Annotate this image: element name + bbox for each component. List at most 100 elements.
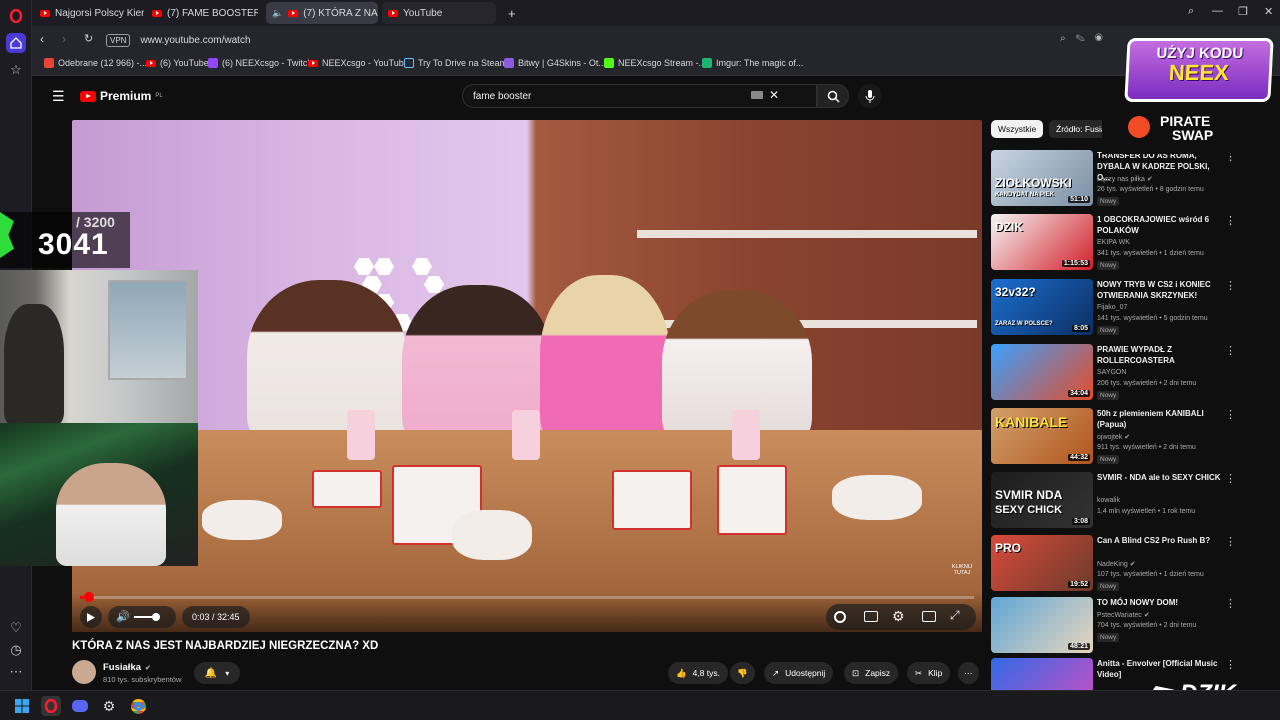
subtitles-icon[interactable] [864,611,878,622]
video-thumbnail[interactable]: SVMIR NDA SEXY CHICK 3:08 [991,472,1093,528]
recommendation-item[interactable]: PRO 19:52 Can A Blind CS2 Pro Rush B? NadeK… [991,535,1253,595]
new-tab-button[interactable]: + [502,2,520,24]
reload-button[interactable]: ↻ [84,32,93,45]
more-options-icon[interactable]: ⋮ [1225,214,1236,227]
bookmark-gmail[interactable]: Odebrane (12 966) -... [44,58,147,68]
channel-avatar[interactable] [72,660,96,684]
theater-mode-icon[interactable] [922,611,936,622]
search-button[interactable] [817,84,849,108]
back-button[interactable]: ‹ [40,32,44,46]
recommendation-channel[interactable]: Fijako_07 [1097,304,1127,311]
opera-logo-icon[interactable] [6,6,26,26]
recommendation-channel[interactable]: ojwojtek ✔ [1097,433,1130,441]
url-field[interactable]: VPN www.youtube.com/watch [104,30,1134,50]
video-player[interactable]: KLIKNIJ TUTAJ 🔊 0:03 / 32:45 ⚙ ⤢ [72,120,982,632]
progress-scrubber[interactable] [84,592,94,602]
recommendation-title[interactable]: SVMIR - NDA ale to SEXY CHICK [1097,472,1223,483]
recommendation-title[interactable]: 1 OBCOKRAJOWIEC wśród 6 POLAKÓW [1097,214,1223,236]
heart-icon[interactable]: ♡ [6,618,26,638]
bookmark-youtube[interactable]: (6) YouTube [146,58,209,68]
tab-youtube[interactable]: YouTube [382,2,496,24]
search-tabs-icon[interactable]: ⌕ [1188,5,1194,18]
save-button[interactable]: ⊡ Zapisz [844,662,899,684]
recommendation-item[interactable]: DZIK 1:15:53 1 OBCOKRAJOWIEC wśród 6 POLAK… [991,214,1253,274]
more-options-icon[interactable]: ⋮ [1225,472,1236,485]
vpn-badge[interactable]: VPN [106,33,131,47]
minimize-button[interactable]: — [1212,5,1223,17]
recommendation-title[interactable]: Can A Blind CS2 Pro Rush B? [1097,535,1223,546]
recommendation-title[interactable]: PRAWIE WYPADŁ Z ROLLERCOASTERA [1097,344,1223,366]
recommendation-channel[interactable]: Łączy nas piłka ✔ [1097,175,1153,183]
video-thumbnail[interactable]: DZIK 1:15:53 [991,214,1093,270]
click-here-watermark[interactable]: KLIKNIJ TUTAJ [948,564,976,576]
recommendation-title[interactable]: TO MÓJ NOWY DOM! [1097,597,1223,608]
bookmark-neex-youtube[interactable]: NEEXcsgo - YouTube [308,58,409,68]
tab-ktora-z-nas[interactable]: 🔈(7) KTÓRA Z NAS JEST [266,2,378,24]
close-window-button[interactable]: ✕ [1264,5,1273,18]
clear-search-icon[interactable]: ✕ [769,88,779,102]
more-icon[interactable]: ⋯ [6,662,26,682]
bookmark-neex-stream[interactable]: NEEXcsgo Stream -... [604,58,706,68]
address-tool-icons[interactable]: ⌕✎◉ [1060,33,1113,44]
video-thumbnail[interactable]: 32v32? ZARAZ W POLSCE? 8:05 [991,279,1093,335]
video-thumbnail[interactable]: ZIOŁKOWSKI KANDYDAT NA PIEK 51:10 [991,150,1093,206]
recommendation-item[interactable]: 34:04 PRAWIE WYPADŁ Z ROLLERCOASTERA SAYGO… [991,344,1253,404]
recommendation-channel[interactable]: SAYGON [1097,369,1126,376]
bookmark-twitch[interactable]: (6) NEEXcsgo - Twitch [208,58,312,68]
clip-button[interactable]: ✂ Klip [907,662,951,684]
steam-taskbar-icon[interactable]: ⚙ [99,696,119,716]
more-options-icon[interactable]: ⋮ [1225,344,1236,357]
bookmark-steam[interactable]: Try To Drive na Steam [404,58,507,68]
recommendation-channel[interactable]: NadeKing ✔ [1097,560,1136,568]
forward-button[interactable]: › [62,32,66,46]
video-thumbnail[interactable]: 48:21 [991,597,1093,653]
volume-control[interactable]: 🔊 [108,606,176,628]
bookmark-imgur[interactable]: Imgur: The magic of... [702,58,803,68]
video-thumbnail[interactable]: PRO 19:52 [991,535,1093,591]
recommendation-channel[interactable]: PstecWariatec ✔ [1097,611,1150,619]
tab-najgorsi[interactable]: Najgorsi Polscy Kierowcy [34,2,144,24]
hamburger-menu-icon[interactable]: ☰ [52,88,65,105]
recommendation-title[interactable]: NOWY TRYB W CS2 i KONIEC OTWIERANIA SKRZ… [1097,279,1223,301]
volume-icon[interactable]: 🔊 [116,610,130,623]
recommendation-item[interactable]: SVMIR NDA SEXY CHICK 3:08 SVMIR - NDA ale t… [991,472,1253,532]
youtube-premium-logo[interactable]: Premium PL [80,89,163,103]
progress-bar[interactable] [80,592,974,602]
history-icon[interactable]: ◷ [6,640,26,660]
recommendation-channel[interactable]: EKIPA WK [1097,239,1130,246]
play-button[interactable] [80,606,102,628]
home-icon[interactable] [6,33,26,53]
discord-taskbar-icon[interactable] [70,696,90,716]
recommendation-item[interactable]: ZIOŁKOWSKI KANDYDAT NA PIEK 51:10 TRANSFER … [991,150,1253,210]
search-input[interactable]: fame booster ✕ [462,84,817,108]
more-options-icon[interactable]: ⋮ [1225,408,1236,421]
tab-fame-booster[interactable]: (7) FAME BOOSTER 2: Cas [146,2,258,24]
star-icon[interactable]: ☆ [6,60,26,80]
chip-wszystkie[interactable]: Wszystkie [991,120,1044,138]
chrome-taskbar-icon[interactable] [128,696,148,716]
keyboard-icon[interactable] [751,91,763,99]
recommendation-title[interactable]: 50h z plemieniem KANIBALI (Papua) [1097,408,1223,430]
share-button[interactable]: ↗ Udostępnij [764,662,834,684]
notification-bell-button[interactable]: 🔔 ▾ [194,662,240,684]
more-options-icon[interactable]: ⋮ [1225,597,1236,610]
recommendation-item[interactable]: 32v32? ZARAZ W POLSCE? 8:05 NOWY TRYB W CS2… [991,279,1253,339]
fullscreen-icon[interactable]: ⤢ [950,608,960,623]
windows-start-icon[interactable] [12,696,32,716]
video-thumbnail[interactable]: KANIBALE 44:32 [991,408,1093,464]
more-options-icon[interactable]: ⋮ [1225,535,1236,548]
recommendation-channel[interactable]: kowalik [1097,497,1120,504]
dislike-button[interactable]: 👎 [730,662,755,684]
autoplay-toggle-icon[interactable] [834,611,846,623]
like-button[interactable]: 👍 4,8 tys. [668,662,728,684]
more-options-icon[interactable]: ⋮ [1225,279,1236,292]
recommendation-item[interactable]: 48:21 TO MÓJ NOWY DOM! PstecWariatec ✔ 704 … [991,597,1253,657]
restore-button[interactable]: ❐ [1238,5,1248,18]
settings-gear-icon[interactable]: ⚙ [892,608,905,625]
volume-knob[interactable] [152,613,160,621]
voice-search-button[interactable] [858,84,882,108]
video-thumbnail[interactable]: 34:04 [991,344,1093,400]
channel-name[interactable]: Fusiałka ✔ [103,662,151,673]
opera-taskbar-icon[interactable] [41,696,61,716]
bookmark-g4skins[interactable]: Bitwy | G4Skins - Ot... [504,58,606,68]
